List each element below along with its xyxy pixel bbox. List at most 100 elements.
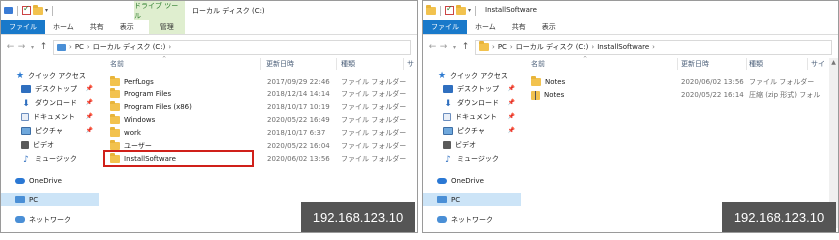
scroll-up-icon[interactable]: ▲ (829, 58, 838, 67)
pin-icon[interactable]: 📌 (86, 127, 93, 134)
tab-home[interactable]: ホーム (45, 20, 82, 34)
breadcrumb-separator: › (652, 43, 655, 51)
nav-pictures[interactable]: ピクチャ 📌 (1, 124, 99, 137)
column-divider[interactable] (746, 58, 747, 70)
download-icon: ⬇ (444, 98, 452, 109)
tab-share[interactable]: 共有 (504, 20, 534, 34)
window-title: ローカル ディスク (C:) (192, 7, 265, 15)
new-folder-icon[interactable] (456, 4, 466, 15)
nav-downloads[interactable]: ⬇ ダウンロード 📌 (1, 96, 99, 109)
table-row[interactable]: Windows 2020/05/22 16:49 ファイル フォルダー (110, 114, 410, 126)
breadcrumb-pc[interactable]: PC (498, 43, 507, 51)
tab-file[interactable]: ファイル (1, 20, 45, 34)
table-row[interactable]: Program Files (x86) 2018/10/17 10:19 ファイ… (110, 101, 410, 113)
column-divider[interactable] (807, 58, 808, 70)
nav-label: ミュージック (35, 154, 77, 163)
forward-arrow-icon[interactable]: → (16, 42, 27, 52)
column-divider[interactable] (336, 58, 337, 70)
pin-icon[interactable]: 📌 (508, 127, 515, 134)
breadcrumb-installsoftware[interactable]: InstallSoftware (597, 43, 649, 51)
tab-home[interactable]: ホーム (467, 20, 504, 34)
nav-quick-access[interactable]: ★ クイック アクセス (423, 69, 521, 82)
nav-pc[interactable]: PC (423, 193, 521, 206)
up-arrow-icon[interactable]: ↑ (38, 42, 49, 52)
back-arrow-icon[interactable]: ← (427, 42, 438, 52)
recent-dropdown-icon[interactable]: ▾ (449, 44, 460, 51)
folder-icon (531, 76, 541, 86)
column-header-size[interactable]: サ (407, 58, 414, 70)
nav-label: ピクチャ (457, 126, 485, 135)
video-icon (21, 140, 29, 149)
nav-videos[interactable]: ビデオ (423, 138, 521, 151)
chevron-down-icon[interactable]: ▾ (468, 7, 471, 14)
pin-icon[interactable]: 📌 (86, 85, 93, 92)
ribbon-tabs: ファイル ホーム 共有 表示 管理 (1, 20, 417, 35)
column-header-date[interactable]: 更新日時 (266, 58, 294, 70)
address-input[interactable]: › PC › ローカル ディスク (C:) › (53, 39, 411, 55)
recent-dropdown-icon[interactable]: ▾ (27, 44, 38, 51)
forward-arrow-icon[interactable]: → (438, 42, 449, 52)
nav-music[interactable]: ♪ ミュージック (423, 152, 521, 165)
zip-folder-icon (531, 90, 540, 100)
nav-onedrive[interactable]: OneDrive (1, 174, 99, 187)
nav-pc[interactable]: PC (1, 193, 99, 206)
pin-icon[interactable]: 📌 (508, 85, 515, 92)
nav-music[interactable]: ♪ ミュージック (1, 152, 99, 165)
checkmark-icon[interactable] (22, 4, 31, 15)
properties-icon[interactable] (4, 7, 13, 14)
checkmark-icon[interactable] (445, 4, 454, 15)
table-row[interactable]: PerfLogs 2017/09/29 22:46 ファイル フォルダー (110, 76, 410, 88)
column-divider[interactable] (677, 58, 678, 70)
navigation-pane: ★ クイック アクセス デスクトップ 📌 ⬇ ダウンロード 📌 ドキュメント 📌… (1, 58, 99, 232)
window-title: InstallSoftware (485, 6, 537, 14)
pin-icon[interactable]: 📌 (86, 113, 93, 120)
folder-icon[interactable] (426, 4, 436, 15)
pin-icon[interactable]: 📌 (508, 99, 515, 106)
nav-desktop[interactable]: デスクトップ 📌 (1, 82, 99, 95)
new-folder-icon[interactable] (33, 4, 43, 15)
drive-tools-context-tab[interactable]: ドライブ ツール (134, 1, 185, 20)
nav-label: ピクチャ (35, 126, 63, 135)
address-input[interactable]: › PC › ローカル ディスク (C:) › InstallSoftware … (475, 39, 832, 55)
column-header-type[interactable]: 種類 (749, 58, 763, 70)
table-row[interactable]: Notes 2020/06/02 13:56 ファイル フォルダー (531, 76, 821, 88)
cloud-icon (437, 177, 447, 184)
nav-desktop[interactable]: デスクトップ 📌 (423, 82, 521, 95)
nav-documents[interactable]: ドキュメント 📌 (423, 110, 521, 123)
breadcrumb-pc[interactable]: PC (75, 43, 84, 51)
nav-downloads[interactable]: ⬇ ダウンロード 📌 (423, 96, 521, 109)
breadcrumb-local-disk[interactable]: ローカル ディスク (C:) (516, 42, 589, 52)
nav-videos[interactable]: ビデオ (1, 138, 99, 151)
column-header-name[interactable]: 名前 (531, 58, 545, 70)
tab-file[interactable]: ファイル (423, 20, 467, 34)
table-row[interactable]: work 2018/10/17 6:37 ファイル フォルダー (110, 127, 410, 139)
tab-manage[interactable]: 管理 (148, 20, 185, 34)
column-header-type[interactable]: 種類 (341, 58, 355, 70)
nav-network[interactable]: ネットワーク (423, 213, 521, 226)
back-arrow-icon[interactable]: ← (5, 42, 16, 52)
pin-icon[interactable]: 📌 (508, 113, 515, 120)
up-arrow-icon[interactable]: ↑ (460, 42, 471, 52)
pin-icon[interactable]: 📌 (86, 99, 93, 106)
file-date: 2020/05/22 16:04 (267, 142, 330, 150)
nav-onedrive[interactable]: OneDrive (423, 174, 521, 187)
folder-icon (479, 41, 489, 51)
nav-pictures[interactable]: ピクチャ 📌 (423, 124, 521, 137)
nav-network[interactable]: ネットワーク (1, 213, 99, 226)
music-icon: ♪ (23, 154, 29, 165)
table-row[interactable]: Program Files 2018/12/14 14:14 ファイル フォルダ… (110, 88, 410, 100)
column-divider[interactable] (260, 58, 261, 70)
column-header-date[interactable]: 更新日時 (681, 58, 709, 70)
column-header-name[interactable]: 名前 (110, 58, 124, 70)
tab-view[interactable]: 表示 (112, 20, 142, 34)
nav-documents[interactable]: ドキュメント 📌 (1, 110, 99, 123)
tab-share[interactable]: 共有 (82, 20, 112, 34)
column-divider[interactable] (403, 58, 404, 70)
breadcrumb-local-disk[interactable]: ローカル ディスク (C:) (93, 42, 166, 52)
table-row[interactable]: Notes 2020/05/22 16:14 圧縮 (zip 形式) フォル (531, 89, 821, 101)
address-bar-row: ← → ▾ ↑ › PC › ローカル ディスク (C:) › (1, 36, 417, 58)
nav-quick-access[interactable]: ★ クイック アクセス (1, 69, 99, 82)
column-header-size[interactable]: サイ (811, 58, 825, 70)
tab-view[interactable]: 表示 (534, 20, 564, 34)
chevron-down-icon[interactable]: ▾ (45, 7, 48, 14)
